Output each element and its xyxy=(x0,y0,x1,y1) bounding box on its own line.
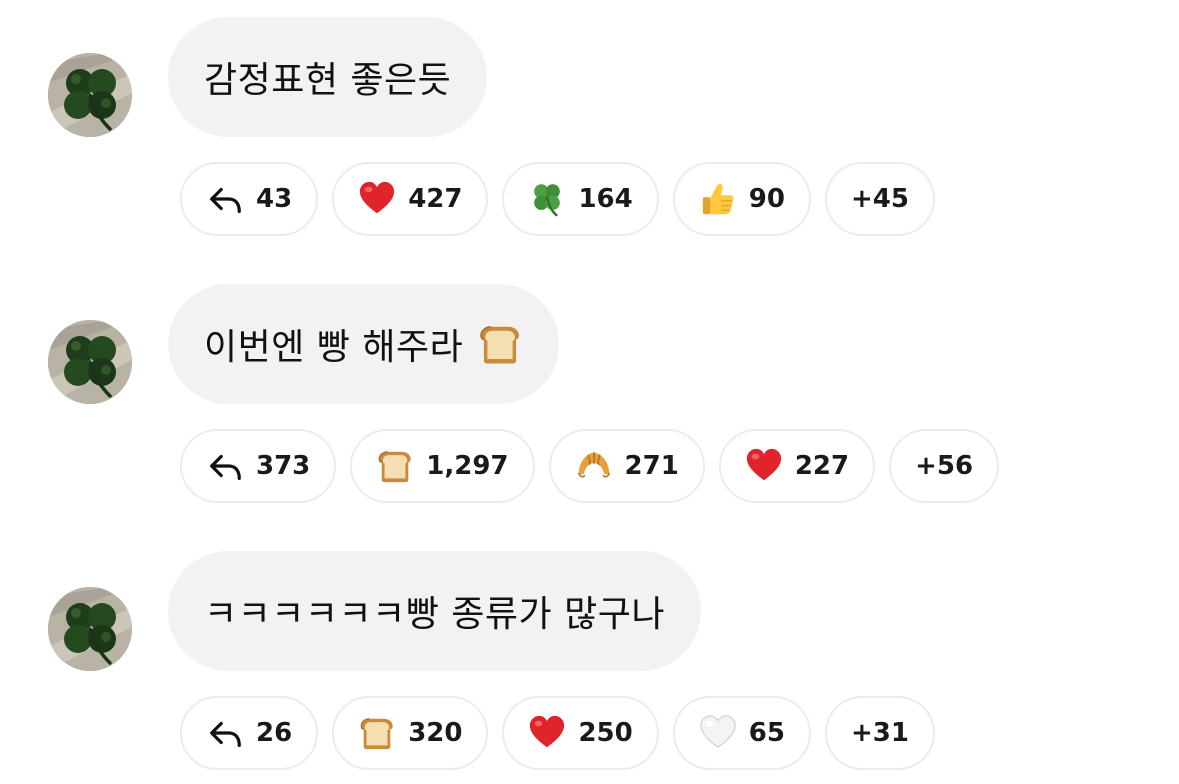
bread-icon xyxy=(358,714,396,752)
reaction-count: 271 xyxy=(624,451,679,481)
four-leaf-clover-icon xyxy=(528,180,566,218)
reply-arrow-icon xyxy=(206,714,244,752)
reply-button[interactable]: 373 xyxy=(180,429,337,503)
white-heart-icon xyxy=(699,714,737,752)
reaction-chip-white-heart[interactable]: 65 xyxy=(672,696,811,770)
reaction-chip-bread[interactable]: 1,297 xyxy=(350,429,535,503)
reaction-bar: 373 1,297 271 227 +56 xyxy=(180,429,1000,503)
more-reactions-button[interactable]: +31 xyxy=(824,696,935,770)
reaction-count: 90 xyxy=(748,184,785,214)
comment-item: 이번엔 빵 해주라 373 1,297 271 227 +56 xyxy=(0,267,1179,534)
reaction-count: 164 xyxy=(578,184,633,214)
reply-count: 26 xyxy=(256,718,293,748)
comment-bubble[interactable]: ㅋㅋㅋㅋㅋㅋ빵 종류가 많구나 xyxy=(168,551,701,671)
reaction-count: 65 xyxy=(748,718,785,748)
more-reactions-count: +56 xyxy=(915,451,974,481)
reaction-count: 427 xyxy=(408,184,463,214)
reaction-count: 1,297 xyxy=(426,451,509,481)
comment-text: 감정표현 좋은듯 xyxy=(204,60,452,101)
reaction-chip-red-heart[interactable]: 227 xyxy=(718,429,876,503)
reply-button[interactable]: 26 xyxy=(180,696,319,770)
more-reactions-count: +45 xyxy=(850,184,909,214)
reply-arrow-icon xyxy=(206,447,244,485)
comment-bubble[interactable]: 감정표현 좋은듯 xyxy=(168,17,488,137)
thumbs-up-icon xyxy=(699,180,737,218)
reply-arrow-icon xyxy=(206,180,244,218)
comment-item: 감정표현 좋은듯 43 427 164 90 +45 xyxy=(0,0,1179,267)
avatar[interactable] xyxy=(48,587,132,671)
reply-count: 43 xyxy=(256,184,293,214)
reaction-chip-red-heart[interactable]: 250 xyxy=(502,696,659,770)
avatar[interactable] xyxy=(48,320,132,404)
reaction-chip-thumbs-up[interactable]: 90 xyxy=(672,162,811,236)
reaction-count: 227 xyxy=(794,451,850,481)
reply-count: 373 xyxy=(256,451,311,481)
more-reactions-button[interactable]: +45 xyxy=(824,162,935,236)
red-heart-icon xyxy=(528,714,566,752)
reaction-count: 250 xyxy=(578,718,633,748)
reaction-bar: 26 320 250 65 +31 xyxy=(180,696,935,770)
four-leaf-clover-avatar-icon xyxy=(48,587,132,671)
croissant-icon xyxy=(575,447,613,485)
comment-thread: 감정표현 좋은듯 43 427 164 90 +45 이번엔 빵 해주라 373… xyxy=(0,0,1179,784)
comment-bubble[interactable]: 이번엔 빵 해주라 xyxy=(168,284,560,404)
reaction-bar: 43 427 164 90 +45 xyxy=(180,162,935,236)
reaction-chip-bread[interactable]: 320 xyxy=(332,696,489,770)
four-leaf-clover-avatar-icon xyxy=(48,320,132,404)
bread-icon xyxy=(376,447,414,485)
more-reactions-count: +31 xyxy=(850,718,909,748)
more-reactions-button[interactable]: +56 xyxy=(889,429,1000,503)
comment-text: 이번엔 빵 해주라 xyxy=(204,327,464,368)
red-heart-icon xyxy=(745,447,783,485)
four-leaf-clover-avatar-icon xyxy=(48,53,132,137)
reaction-chip-red-heart[interactable]: 427 xyxy=(332,162,489,236)
comment-text: ㅋㅋㅋㅋㅋㅋ빵 종류가 많구나 xyxy=(204,594,665,635)
reply-button[interactable]: 43 xyxy=(180,162,319,236)
red-heart-icon xyxy=(358,180,396,218)
reaction-count: 320 xyxy=(408,718,463,748)
reaction-chip-croissant[interactable]: 271 xyxy=(548,429,705,503)
avatar[interactable] xyxy=(48,53,132,137)
reaction-chip-clover[interactable]: 164 xyxy=(502,162,659,236)
comment-item: ㅋㅋㅋㅋㅋㅋ빵 종류가 많구나 26 320 250 65 +31 xyxy=(0,534,1179,784)
bread-icon xyxy=(477,321,523,367)
